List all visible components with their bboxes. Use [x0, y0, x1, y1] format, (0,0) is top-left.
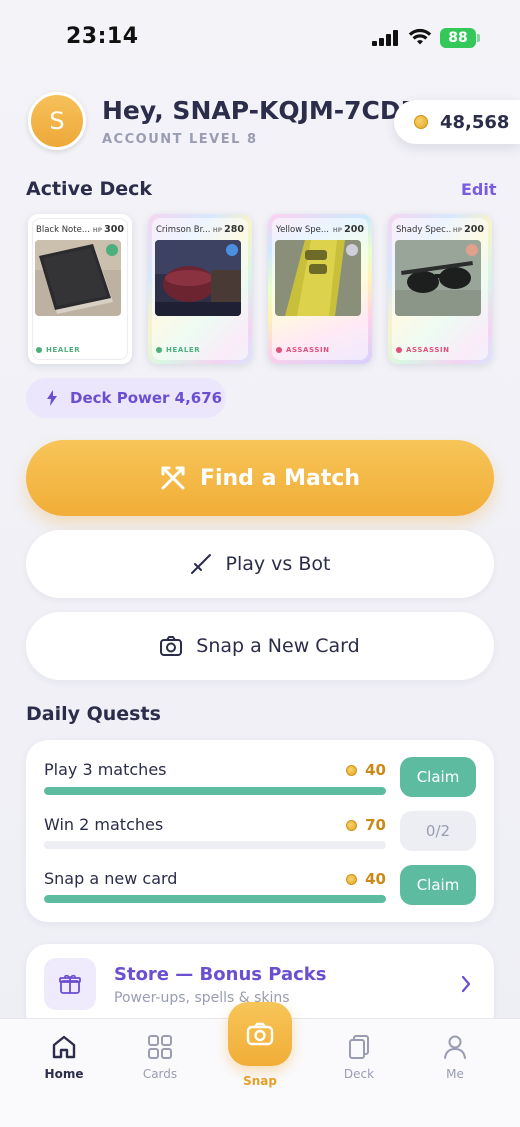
- quest-label: Win 2 matches: [44, 815, 164, 834]
- cellular-signal-icon: [372, 30, 398, 46]
- camera-icon: [160, 636, 183, 656]
- coin-balance[interactable]: 48,568: [394, 100, 520, 144]
- daily-quests-title: Daily Quests: [26, 703, 161, 725]
- card-element-badge: [106, 244, 118, 256]
- store-title: Store — Bonus Packs: [114, 964, 327, 985]
- find-match-button[interactable]: Find a Match: [26, 440, 494, 516]
- card-hp: HP 200: [332, 224, 364, 235]
- quest-progress-button: 0/2: [400, 811, 476, 851]
- find-match-label: Find a Match: [199, 465, 361, 491]
- card-role: HEALER: [156, 346, 200, 354]
- quest-reward: 40: [346, 870, 386, 888]
- tab-deck[interactable]: Deck: [319, 1033, 399, 1081]
- tab-label: Cards: [142, 1067, 178, 1081]
- status-time: 23:14: [66, 24, 139, 49]
- quest-label: Snap a new card: [44, 869, 178, 888]
- card-hp: HP 280: [212, 224, 244, 235]
- play-vs-bot-label: Play vs Bot: [225, 553, 331, 575]
- play-vs-bot-button[interactable]: Play vs Bot: [26, 530, 494, 598]
- card-element-badge: [346, 244, 358, 256]
- tab-cards[interactable]: Cards: [120, 1033, 200, 1081]
- card-element-badge: [226, 244, 238, 256]
- quest-reward: 40: [346, 761, 386, 779]
- sword-icon: [190, 554, 211, 574]
- card-element-badge: [466, 244, 478, 256]
- deck-power-badge: Deck Power 4,676: [26, 378, 226, 418]
- card-name: Black Note...: [36, 225, 90, 235]
- daily-quests-panel: Play 3 matches 40 Claim Win 2 matches 70…: [26, 740, 494, 922]
- avatar[interactable]: S: [28, 92, 86, 150]
- quest-reward: 70: [346, 816, 386, 834]
- quest-progress-bar: [44, 895, 386, 903]
- deck-card[interactable]: Yellow Spe... HP 200 ASSASSIN: [268, 214, 372, 364]
- coin-icon: [346, 873, 358, 885]
- card-name: Shady Spec...: [396, 225, 452, 235]
- account-level: ACCOUNT LEVEL 8: [102, 132, 258, 147]
- tab-me[interactable]: Me: [415, 1033, 495, 1081]
- deck-icon: [349, 1035, 369, 1059]
- card-name: Crimson Br...: [156, 225, 211, 235]
- home-icon: [52, 1035, 76, 1059]
- active-deck-title: Active Deck: [26, 178, 153, 200]
- claim-button[interactable]: Claim: [400, 757, 476, 797]
- deck-card[interactable]: Crimson Br... HP 280 HEALER: [148, 214, 252, 364]
- deck-card[interactable]: Shady Spec... HP 200 ASSASSIN: [388, 214, 492, 364]
- deck-power-value: Deck Power 4,676: [70, 389, 223, 407]
- card-role: ASSASSIN: [276, 346, 330, 354]
- card-hp: HP 300: [92, 224, 124, 235]
- crossed-swords-icon: [161, 466, 185, 490]
- tab-home[interactable]: Home: [24, 1033, 104, 1081]
- quest-progress-bar: [44, 841, 386, 849]
- deck-card[interactable]: Black Note... HP 300 HEALER: [28, 214, 132, 364]
- person-icon: [444, 1035, 466, 1059]
- chevron-right-icon: [461, 975, 471, 993]
- tab-snap-button[interactable]: [228, 1002, 292, 1066]
- lightning-icon: [47, 390, 57, 406]
- quest-label: Play 3 matches: [44, 760, 167, 779]
- tab-label: Deck: [343, 1067, 375, 1081]
- coin-icon: [346, 819, 358, 831]
- coin-icon: [414, 115, 428, 129]
- tab-label: Me: [446, 1067, 464, 1081]
- card-hp: HP 200: [452, 224, 484, 235]
- greeting: Hey, SNAP-KQJM-7CDE: [102, 96, 418, 125]
- grid-icon: [148, 1035, 172, 1059]
- battery-indicator: 88: [440, 28, 480, 48]
- camera-icon: [246, 1022, 274, 1046]
- gift-icon: [44, 958, 96, 1010]
- tab-snap-label: Snap: [243, 1074, 277, 1088]
- quest-progress-bar: [44, 787, 386, 795]
- wifi-icon: [408, 28, 432, 45]
- tab-label: Home: [44, 1067, 84, 1081]
- card-role: ASSASSIN: [396, 346, 450, 354]
- edit-deck-link[interactable]: Edit: [461, 180, 497, 199]
- coin-balance-value: 48,568: [440, 111, 510, 133]
- claim-button[interactable]: Claim: [400, 865, 476, 905]
- card-role: HEALER: [36, 346, 80, 354]
- snap-new-card-button[interactable]: Snap a New Card: [26, 612, 494, 680]
- snap-new-card-label: Snap a New Card: [196, 635, 360, 657]
- coin-icon: [346, 764, 358, 776]
- card-name: Yellow Spe...: [276, 225, 329, 235]
